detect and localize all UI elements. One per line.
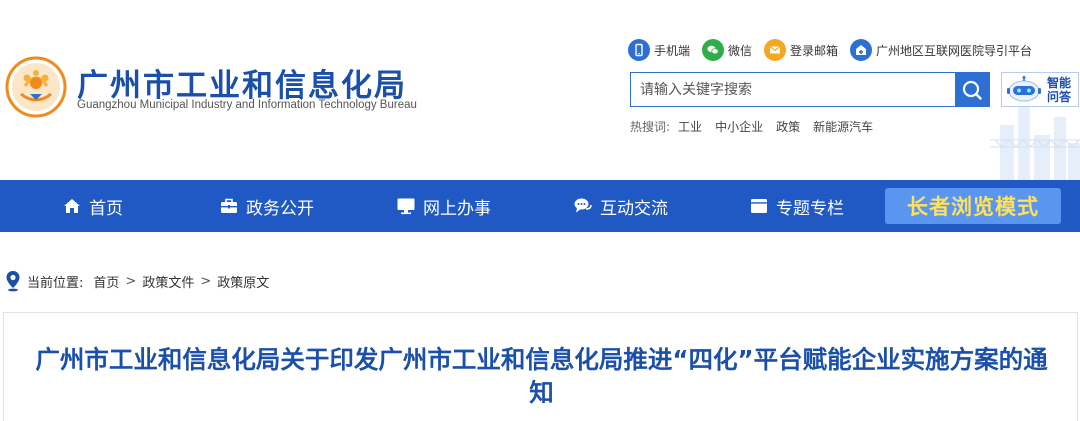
hot-word-sme[interactable]: 中小企业: [715, 118, 763, 135]
nav-home[interactable]: 首页: [62, 180, 123, 232]
article-container: 广州市工业和信息化局关于印发广州市工业和信息化局推进“四化”平台赋能企业实施方案…: [3, 312, 1078, 421]
wechat-icon: [702, 39, 725, 61]
briefcase-icon: [221, 198, 237, 213]
robot-icon: [1007, 75, 1041, 101]
breadcrumb-label: 当前位置:: [27, 275, 84, 291]
site-subtitle-en: Guangzhou Municipal Industry and Informa…: [77, 99, 417, 111]
location-pin-icon: [6, 271, 20, 292]
smart-qa-label: 智能 问答: [1044, 76, 1074, 104]
hot-search-label: 热搜词:: [630, 120, 671, 134]
hospital-guide-link[interactable]: 广州地区互联网医院导引平台: [850, 39, 1032, 61]
smart-qa-button[interactable]: 智能 问答: [1001, 72, 1079, 107]
hot-search-words: 热搜词: 工业 中小企业 政策 新能源汽车: [630, 118, 886, 135]
article-title: 广州市工业和信息化局关于印发广州市工业和信息化局推进“四化”平台赋能企业实施方案…: [35, 345, 1048, 407]
wechat-link[interactable]: 微信: [702, 39, 752, 61]
mail-icon: [764, 39, 787, 61]
mail-link-label: 登录邮箱: [790, 43, 839, 58]
hot-word-policy[interactable]: 政策: [776, 118, 800, 135]
breadcrumb-home[interactable]: 首页: [93, 272, 119, 291]
search-box: [630, 72, 990, 107]
skyline-decoration: [990, 105, 1080, 180]
nav-special-topics-label: 专题专栏: [776, 198, 844, 219]
hospital-icon: [850, 39, 873, 61]
chat-icon: [574, 198, 592, 213]
search-button[interactable]: [955, 73, 989, 106]
nav-online-service[interactable]: 网上办事: [396, 180, 491, 232]
hot-word-nev[interactable]: 新能源汽车: [813, 118, 873, 135]
folder-icon: [751, 199, 767, 213]
main-nav: 首页 政务公开 网上办事 互动交流 专题专栏 长者浏览模式: [0, 180, 1080, 232]
nav-interaction-label: 互动交流: [600, 198, 668, 219]
search-icon: [962, 80, 982, 100]
nav-interaction[interactable]: 互动交流: [573, 180, 668, 232]
site-header: 广州市工业和信息化局 Guangzhou Municipal Industry …: [0, 0, 1080, 180]
nav-special-topics[interactable]: 专题专栏: [749, 180, 844, 232]
mobile-link[interactable]: 手机端: [628, 39, 690, 61]
hot-word-industry[interactable]: 工业: [678, 118, 702, 135]
breadcrumb-policy-original[interactable]: 政策原文: [217, 272, 269, 291]
elder-mode-button[interactable]: 长者浏览模式: [885, 188, 1061, 224]
site-logo[interactable]: 广州市工业和信息化局 Guangzhou Municipal Industry …: [5, 56, 445, 118]
breadcrumb-separator: >: [200, 273, 212, 289]
nav-online-service-label: 网上办事: [423, 198, 491, 219]
mail-link[interactable]: 登录邮箱: [764, 39, 838, 61]
search-input[interactable]: [631, 73, 955, 106]
hospital-guide-label: 广州地区互联网医院导引平台: [876, 43, 1033, 58]
monitor-icon: [397, 198, 415, 215]
phone-icon: [628, 39, 650, 61]
smart-qa-label-line1: 智能: [1046, 75, 1071, 90]
mobile-link-label: 手机端: [654, 43, 691, 58]
home-icon: [64, 199, 80, 213]
quick-links: 手机端 微信 登录邮箱 广州地区互联网医院导引平台: [628, 37, 1044, 63]
nav-gov-affairs-label: 政务公开: [246, 198, 314, 219]
breadcrumb: 当前位置: 首页 > 政策文件 > 政策原文: [5, 268, 269, 294]
bureau-emblem-icon: [5, 56, 67, 118]
smart-qa-label-line2: 问答: [1046, 89, 1071, 104]
breadcrumb-policy-files[interactable]: 政策文件: [142, 272, 194, 291]
nav-gov-affairs[interactable]: 政务公开: [219, 180, 314, 232]
breadcrumb-separator: >: [125, 273, 137, 289]
wechat-link-label: 微信: [728, 43, 753, 58]
nav-home-label: 首页: [89, 198, 123, 219]
